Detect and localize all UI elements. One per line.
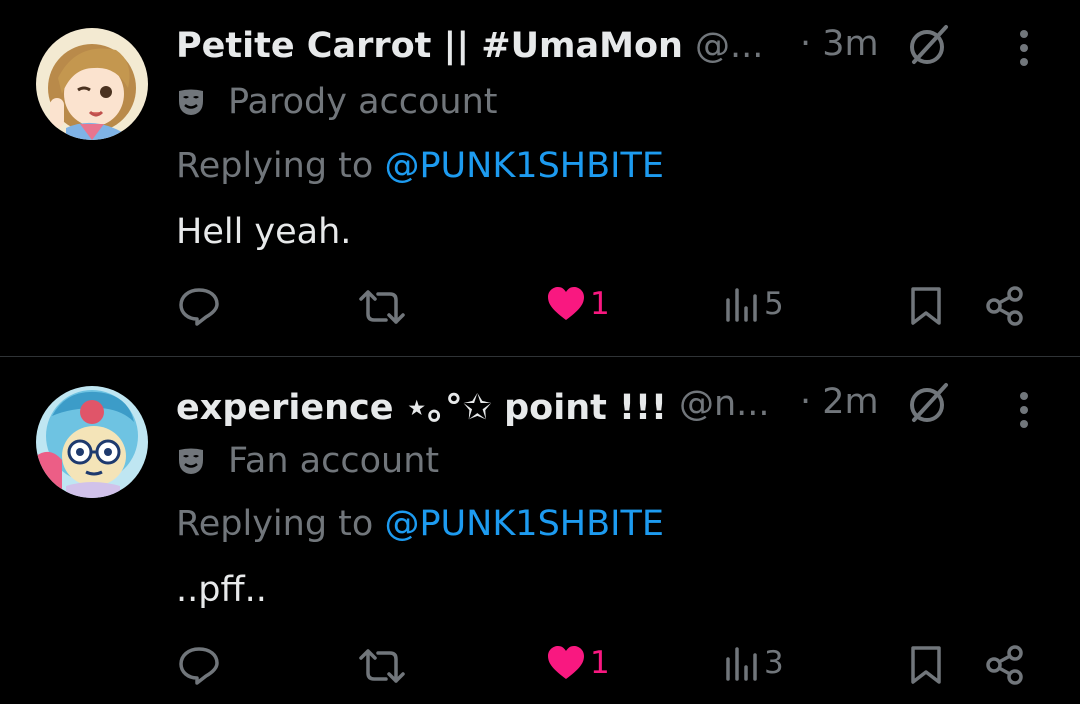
more-options-icon[interactable] [1018,28,1030,68]
user-handle[interactable]: @n... [679,384,770,424]
tweet-text: ..pff.. [176,570,267,610]
bookmark-button[interactable] [910,645,942,685]
replying-prefix: Replying to [176,504,385,544]
views-icon [726,288,757,322]
tweet-2[interactable]: experience ⋆｡°✩ point !!! @n... · 2m Fan… [0,357,1080,704]
view-count: 3 [764,645,784,681]
like-button[interactable]: 1 [546,645,610,681]
mask-icon [179,89,203,115]
account-label-row: Parody account [176,82,498,122]
account-label: Parody account [228,82,498,122]
user-handle[interactable]: @... [695,26,763,66]
mention-link[interactable]: @PUNK1SHBITE [384,504,664,544]
views-button[interactable]: 3 [724,645,784,681]
replying-to: Replying to @PUNK1SHBITE [176,504,664,544]
repost-icon [359,649,405,683]
like-button[interactable]: 1 [546,286,610,322]
like-count: 1 [590,286,610,322]
tweet-text: Hell yeah. [176,212,352,252]
reply-icon [179,647,219,685]
like-count: 1 [590,645,610,681]
more-options-icon[interactable] [1018,390,1030,430]
avatar[interactable] [36,386,148,498]
reply-button[interactable] [178,645,220,685]
timestamp[interactable]: · 2m [800,382,879,422]
bookmark-icon [911,287,941,325]
view-count: 5 [764,286,784,322]
grok-icon[interactable] [906,380,952,426]
repost-button[interactable] [358,288,406,326]
display-name[interactable]: experience ⋆｡°✩ point !!! [176,379,667,430]
repost-icon [359,290,405,324]
bookmark-icon [911,646,941,684]
grok-icon[interactable] [906,22,952,68]
mention-link[interactable]: @PUNK1SHBITE [384,146,664,186]
avatar-glasses-character-icon [36,386,148,498]
replying-prefix: Replying to [176,146,385,186]
reply-button[interactable] [178,286,220,326]
account-label: Fan account [228,441,440,481]
heart-filled-icon [548,646,584,679]
mask-icon [179,448,203,474]
avatar-anime-girl-icon [36,28,148,140]
reply-icon [179,288,219,326]
bookmark-button[interactable] [910,286,942,326]
replying-to: Replying to @PUNK1SHBITE [176,146,664,186]
share-icon [986,645,1023,685]
heart-filled-icon [548,287,584,320]
display-name[interactable]: Petite Carrot || #UmaMon [176,26,683,66]
timestamp[interactable]: · 3m [800,24,879,64]
share-button[interactable] [986,645,1024,685]
action-bar: 1 5 [0,282,1080,332]
share-button[interactable] [986,286,1024,326]
views-icon [726,647,757,681]
account-label-row: Fan account [176,441,439,481]
tweet-1[interactable]: Petite Carrot || #UmaMon @... · 3m Parod… [0,0,1080,356]
share-icon [986,286,1023,326]
action-bar: 1 3 [0,641,1080,691]
repost-button[interactable] [358,647,406,685]
avatar[interactable] [36,28,148,140]
views-button[interactable]: 5 [724,286,784,322]
